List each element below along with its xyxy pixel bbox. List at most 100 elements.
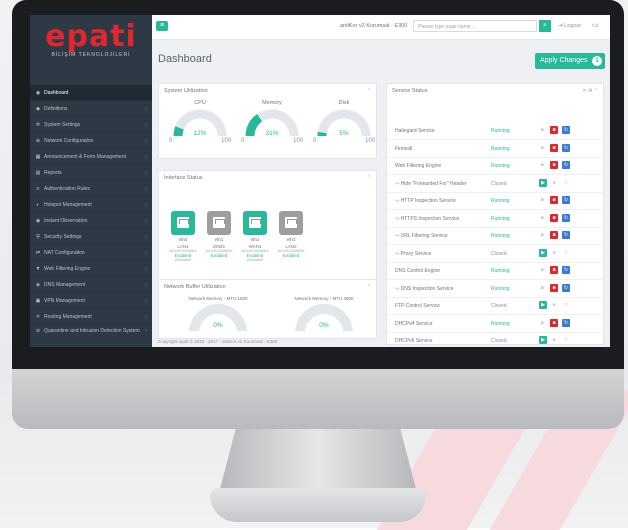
stop-service-button[interactable]: ■ (550, 249, 558, 257)
restart-service-button[interactable]: ↻ (562, 336, 570, 344)
restart-service-button[interactable]: ↻ (562, 249, 570, 257)
interface-card[interactable]: eth0 LAN1 10/100/1000Mb/s Enabled 1000ba… (169, 211, 197, 262)
start-service-button[interactable]: ▶ (539, 284, 547, 292)
start-service-button[interactable]: ▶ (539, 214, 547, 222)
sidebar-item[interactable]: ✕ Routing Management ‹ (30, 309, 152, 325)
panel-title: Service Status (392, 88, 428, 94)
interface-card[interactable]: eth3 LAN2 10/100/1000Mb/s Enabled (277, 211, 305, 258)
sidebar-item-label: Announcement & Form Management (44, 153, 126, 160)
sidebar-item[interactable]: ◐ Hotspot Management ‹ (30, 197, 152, 213)
sidebar-item[interactable]: ◆ Definitions ‹ (30, 101, 152, 117)
restart-service-button[interactable]: ↻ (562, 231, 570, 239)
stop-service-button[interactable]: ■ (550, 196, 558, 204)
start-service-button[interactable]: ▶ (539, 336, 547, 344)
sidebar-item[interactable]: ▦ Announcement & Form Management ‹ (30, 149, 152, 165)
panel-tools-icon[interactable]: ✕ ⚙ ⌃ (582, 88, 598, 94)
logo[interactable]: epati BİLİŞİM TEKNOLOJİLERİ (30, 15, 152, 77)
service-row: ↪ URL Filtering Service Running ▶ ■ ↻ (387, 227, 603, 245)
start-service-button[interactable]: ▶ (539, 196, 547, 204)
restart-service-button[interactable]: ↻ (562, 301, 570, 309)
stop-service-button[interactable]: ■ (550, 213, 558, 222)
interface-id: eth2 (250, 237, 260, 242)
search-input[interactable]: Please type page name ... (413, 20, 537, 32)
service-name: Web Filtering Engine (395, 163, 441, 169)
sidebar-item[interactable]: ⛨ Security Settings ‹ (30, 229, 152, 245)
collapse-icon[interactable]: ⌃ (367, 88, 371, 94)
start-service-button[interactable]: ▶ (539, 161, 547, 169)
sidebar-item[interactable]: ◉ Instant Observation ‹ (30, 213, 152, 229)
start-service-button[interactable]: ▶ (539, 319, 547, 327)
topbar: ≡ antiKor v2 Kurumsal - E300 Please type… (152, 15, 610, 40)
chevron-left-icon: ‹ (145, 249, 147, 256)
sidebar-item[interactable]: ▤ Reports ‹ (30, 165, 152, 181)
service-row: ↪ Proxy Service Closed ▶ ■ ↻ (387, 245, 603, 263)
interface-card[interactable]: eth2 WAN1 10/100/1000Mb/s Enabled 1000ba… (241, 211, 269, 262)
sidebar-item[interactable]: ⇄ NAT Configuration ‹ (30, 245, 152, 261)
sidebar-item[interactable]: ✲ System Settings ‹ (30, 117, 152, 133)
sidebar-item[interactable]: ▼ Web Filtering Engine ‹ (30, 261, 152, 277)
restart-service-button[interactable]: ↻ (562, 318, 570, 327)
restart-service-button[interactable]: ↻ (562, 196, 570, 204)
buffer-gauge-value: 0% (213, 322, 223, 329)
service-status: Running (491, 233, 510, 239)
monitor-chin (12, 369, 624, 429)
stop-service-button[interactable]: ■ (550, 231, 558, 239)
service-row: ↪ DNS Inspection Service Running ▶ ■ ↻ (387, 280, 603, 298)
quarantine-icon: ⊘ (35, 328, 41, 334)
sidebar-item-label: Reports (44, 169, 62, 176)
menu-toggle-button[interactable]: ≡ (156, 21, 168, 31)
sidebar-item-label: Dashboard (44, 89, 69, 96)
start-service-button[interactable]: ▶ (539, 178, 547, 187)
stop-service-button[interactable]: ■ (550, 266, 558, 274)
panel-title: Network Buffer Utilization (164, 284, 226, 290)
start-service-button[interactable]: ▶ (539, 248, 547, 257)
sidebar-item-label: Network Configuration (44, 137, 94, 144)
sidebar-item[interactable]: ≡ Authentication Rules ‹ (30, 181, 152, 197)
service-name: ↪ DNS Inspection Service (395, 286, 453, 292)
sidebar-item[interactable]: ⊘ Quarantine and Intrusion Detection Syst… (30, 325, 152, 347)
fullscreen-icon[interactable]: ▭ (592, 21, 599, 29)
start-service-button[interactable]: ▶ (539, 266, 547, 274)
service-name-text: DNS Control Engine (395, 268, 441, 274)
stop-service-button[interactable]: ■ (550, 336, 558, 344)
service-name: ↪ HTTP Inspection Service (395, 198, 456, 204)
sidebar-item[interactable]: ▣ VPN Management ‹ (30, 293, 152, 309)
gauge-max: 100 (364, 138, 375, 144)
start-service-button[interactable]: ▶ (539, 144, 547, 152)
chevron-left-icon: ‹ (145, 297, 147, 304)
logout-link[interactable]: ⇥ Logout (558, 23, 581, 29)
calendar-icon: ▦ (35, 153, 41, 160)
start-service-button[interactable]: ▶ (539, 301, 547, 309)
chevron-left-icon: ‹ (145, 328, 147, 334)
apply-changes-button[interactable]: Apply Changes 1 (535, 53, 605, 69)
sidebar-item[interactable]: ◈ DNS Management ‹ (30, 277, 152, 293)
restart-service-button[interactable]: ↻ (562, 266, 570, 274)
stop-service-button[interactable]: ■ (550, 318, 558, 327)
service-name: Firewall (395, 146, 412, 152)
service-name-text: DHCPv4 Service (395, 320, 433, 327)
restart-service-button[interactable]: ↻ (562, 213, 570, 222)
service-name: FTP Control Service (395, 303, 440, 309)
stop-service-button[interactable]: ■ (550, 126, 558, 134)
restart-service-button[interactable]: ↻ (562, 179, 570, 187)
stop-service-button[interactable]: ■ (550, 301, 558, 309)
service-row: DHCPv4 Service Running ▶ ■ ↻ (387, 315, 603, 333)
start-service-button[interactable]: ▶ (539, 231, 547, 239)
stop-service-button[interactable]: ■ (550, 179, 558, 187)
collapse-icon[interactable]: ⌃ (367, 284, 371, 290)
search-button[interactable]: ⌕ (539, 20, 551, 32)
sidebar-item[interactable]: ⊕ Network Configuration ‹ (30, 133, 152, 149)
sidebar-item[interactable]: ◉ Dashboard (30, 85, 152, 101)
restart-service-button[interactable]: ↻ (562, 126, 570, 134)
sidebar-item-label: Authentication Rules (44, 185, 90, 192)
interface-card[interactable]: eth1 DMZ1 10/100/1000Mb/s Enabled (205, 211, 233, 258)
restart-service-button[interactable]: ↻ (562, 143, 570, 152)
start-service-button[interactable]: ▶ (539, 126, 547, 134)
stop-service-button[interactable]: ■ (550, 283, 558, 292)
restart-service-button[interactable]: ↻ (562, 283, 570, 292)
stop-service-button[interactable]: ■ (550, 143, 558, 152)
stop-service-button[interactable]: ■ (550, 161, 558, 169)
collapse-icon[interactable]: ⌃ (367, 175, 371, 181)
restart-service-button[interactable]: ↻ (562, 161, 570, 169)
sidebar-item-label: Hotspot Management (44, 201, 92, 208)
